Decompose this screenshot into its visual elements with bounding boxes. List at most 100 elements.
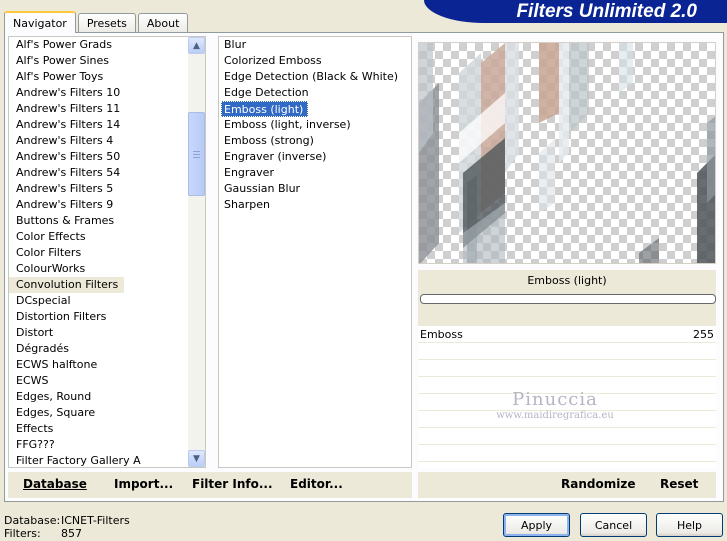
randomize-button[interactable]: Randomize [561,477,635,491]
editor-button[interactable]: Editor... [290,477,343,491]
category-item[interactable]: Distort [9,325,189,341]
category-item-row: Andrew's Filters 9 [9,197,189,213]
scroll-down-button[interactable]: ▼ [188,450,205,467]
category-item[interactable]: ECWS [9,373,189,389]
scroll-up-button[interactable]: ▲ [188,37,205,54]
category-item[interactable]: FFG??? [9,437,189,453]
preview-image [418,42,716,264]
filter-list[interactable]: Blur Colorized Emboss Edge Detection (Blac… [218,36,412,468]
filter-item[interactable]: Emboss (strong) [219,133,411,149]
category-item[interactable]: Andrew's Filters 10 [9,85,189,101]
category-item[interactable]: Color Effects [9,229,189,245]
filter-item-row: Colorized Emboss [219,53,411,69]
category-item-row: Distortion Filters [9,309,189,325]
category-item[interactable]: Edges, Square [9,405,189,421]
filters-unlimited-dialog: Navigator Presets About Filters Unlimite… [0,0,727,541]
category-item[interactable]: Andrew's Filters 4 [9,133,189,149]
chevron-down-icon: ▼ [193,453,200,464]
filter-item[interactable]: Edge Detection [219,85,411,101]
preview-toolbar: Randomize Reset [418,472,716,498]
filter-item-row: Edge Detection [219,85,411,101]
filter-item-row: Emboss (light) [219,101,411,117]
watermark: Pinuccia www.maidiregrafica.eu [480,390,630,422]
filter-item-row: Engraver [219,165,411,181]
filter-item[interactable]: Colorized Emboss [219,53,411,69]
category-item[interactable]: Alf's Power Grads [9,37,189,53]
reset-button[interactable]: Reset [660,477,698,491]
category-item[interactable]: Color Filters [9,245,189,261]
category-item[interactable]: Andrew's Filters 14 [9,117,189,133]
import-button[interactable]: Import... [114,477,173,491]
category-item-row: FFG??? [9,437,189,453]
category-item[interactable]: Effects [9,421,189,437]
filter-items: Blur Colorized Emboss Edge Detection (Blac… [219,37,411,213]
parameter-row-empty [418,429,716,445]
category-item[interactable]: Andrew's Filters 11 [9,101,189,117]
parameter-row[interactable]: Emboss 255 [418,327,716,343]
filter-info-button[interactable]: Filter Info... [192,477,273,491]
filter-item[interactable]: Blur [219,37,411,53]
parameter-row-empty [418,446,716,462]
parameter-row-empty [418,344,716,360]
database-value: ICNET-Filters [61,514,130,527]
category-item-row: Edges, Round [9,389,189,405]
filter-item[interactable]: Emboss (light, inverse) [219,117,411,133]
category-item[interactable]: Alf's Power Toys [9,69,189,85]
category-item-row: Color Effects [9,229,189,245]
tab-about[interactable]: About [137,13,189,32]
tab-presets[interactable]: Presets [77,13,136,32]
category-item-row: Dégradés [9,341,189,357]
filter-item-row: Sharpen [219,197,411,213]
watermark-url: www.maidiregrafica.eu [496,410,614,421]
filter-item[interactable]: Emboss (light) [221,101,309,117]
app-banner: Filters Unlimited 2.0 [424,0,727,23]
filter-item[interactable]: Gaussian Blur [219,181,411,197]
category-item-row: Andrew's Filters 50 [9,149,189,165]
category-item-row: Andrew's Filters 54 [9,165,189,181]
database-button[interactable]: Database [23,477,87,491]
filters-count-label: Filters: [4,527,41,540]
category-list[interactable]: Alf's Power Grads Alf's Power Sines Alf's … [8,36,206,468]
filter-item[interactable]: Engraver (inverse) [219,149,411,165]
filter-item[interactable]: Engraver [219,165,411,181]
filters-count-value: 857 [61,527,82,540]
category-item[interactable]: ColourWorks [9,261,189,277]
category-item[interactable]: Filter Factory Gallery A [9,453,189,467]
category-item-row: Buttons & Frames [9,213,189,229]
category-item-row: Andrew's Filters 14 [9,117,189,133]
category-items: Alf's Power Grads Alf's Power Sines Alf's … [9,37,189,467]
category-scrollbar[interactable]: ▲ ▼ [188,37,205,467]
category-item[interactable]: ECWS halftone [9,357,189,373]
parameter-row-empty [418,361,716,377]
help-button[interactable]: Help [656,513,723,537]
category-item-row: ECWS halftone [9,357,189,373]
category-item-row: Andrew's Filters 11 [9,101,189,117]
category-item[interactable]: Andrew's Filters 50 [9,149,189,165]
tab-navigator[interactable]: Navigator [4,11,76,33]
category-item[interactable]: Distortion Filters [9,309,189,325]
progress-bar [420,294,716,304]
category-item-row: Convolution Filters [9,277,189,293]
filter-item-row: Edge Detection (Black & White) [219,69,411,85]
chevron-up-icon: ▲ [193,40,200,51]
category-item[interactable]: Alf's Power Sines [9,53,189,69]
filter-item[interactable]: Sharpen [219,197,411,213]
category-item-row: ECWS [9,373,189,389]
parameter-label: Emboss [420,328,463,341]
apply-button[interactable]: Apply [503,513,570,537]
category-item[interactable]: Dégradés [9,341,189,357]
category-item[interactable]: DCspecial [9,293,189,309]
category-item-row: Color Filters [9,245,189,261]
filter-item[interactable]: Edge Detection (Black & White) [219,69,411,85]
category-item-row: ColourWorks [9,261,189,277]
category-item[interactable]: Andrew's Filters 9 [9,197,189,213]
cancel-button[interactable]: Cancel [580,513,647,537]
category-item[interactable]: Buttons & Frames [9,213,189,229]
preview-artwork [419,43,715,263]
category-item[interactable]: Edges, Round [9,389,189,405]
category-item[interactable]: Andrew's Filters 54 [9,165,189,181]
scroll-thumb[interactable] [188,112,205,196]
category-item[interactable]: Convolution Filters [9,277,125,293]
category-item[interactable]: Andrew's Filters 5 [9,181,189,197]
category-item-row: Distort [9,325,189,341]
